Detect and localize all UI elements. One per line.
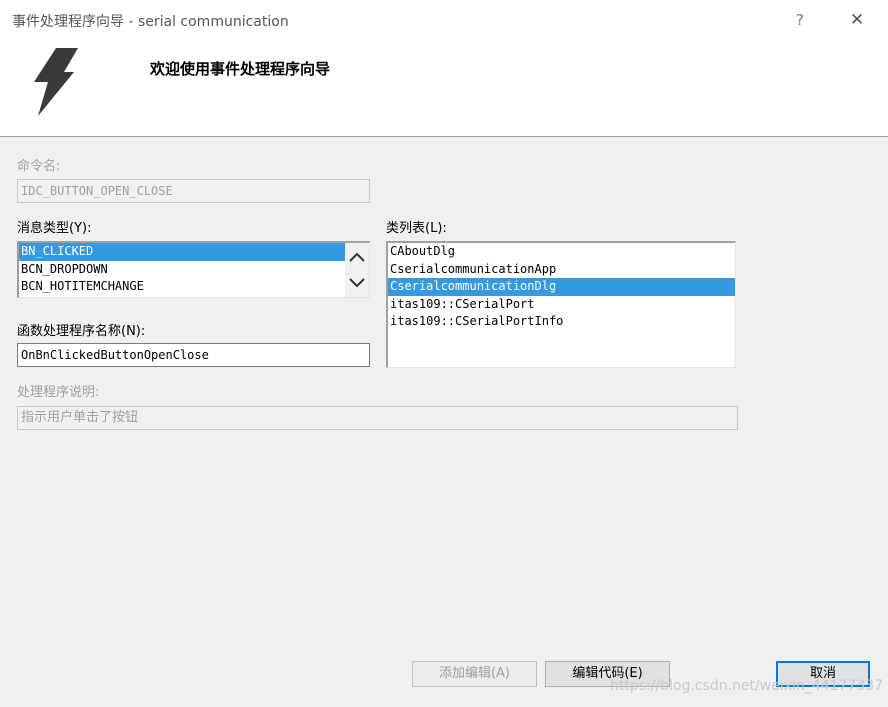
class-list-item[interactable]: CAboutDlg — [388, 243, 735, 261]
class-list[interactable]: CAboutDlg CserialcommunicationApp Cseria… — [386, 241, 736, 368]
class-list-item[interactable]: itas109::CSerialPort — [388, 296, 735, 314]
class-list-item[interactable]: itas109::CSerialPortInfo — [388, 313, 735, 331]
handler-name-input[interactable]: OnBnClickedButtonOpenClose — [17, 343, 370, 367]
title-bar: 事件处理程序向导 - serial communication ? ✕ — [0, 0, 888, 40]
handler-desc-field: 指示用户单击了按钮 — [17, 406, 738, 430]
class-list-item[interactable]: CserialcommunicationDlg — [388, 278, 735, 296]
window-title: 事件处理程序向导 - serial communication — [12, 14, 289, 30]
close-button[interactable]: ✕ — [844, 8, 870, 32]
scroll-down-icon[interactable] — [345, 273, 369, 293]
add-edit-button: 添加编辑(A) — [412, 661, 537, 687]
class-list-item[interactable]: CserialcommunicationApp — [388, 261, 735, 279]
wizard-title: 欢迎使用事件处理程序向导 — [150, 60, 331, 78]
message-type-item[interactable]: BN_CLICKED — [19, 243, 345, 261]
wizard-header: 欢迎使用事件处理程序向导 — [0, 40, 888, 137]
watermark-text: https://blog.csdn.net/weixin_44177337 — [610, 678, 884, 694]
message-type-label: 消息类型(Y): — [17, 221, 92, 236]
message-type-scrollbar[interactable] — [345, 243, 369, 297]
message-type-item[interactable]: BCN_HOTITEMCHANGE — [19, 278, 345, 296]
command-name-field: IDC_BUTTON_OPEN_CLOSE — [17, 179, 370, 203]
help-button[interactable]: ? — [790, 8, 810, 32]
scroll-up-icon[interactable] — [345, 247, 369, 267]
message-type-list[interactable]: BN_CLICKED BCN_DROPDOWN BCN_HOTITEMCHANG… — [17, 241, 370, 298]
lightning-icon — [34, 48, 78, 116]
handler-desc-label: 处理程序说明: — [17, 385, 100, 400]
class-list-label: 类列表(L): — [386, 221, 447, 236]
handler-name-label: 函数处理程序名称(N): — [17, 324, 146, 339]
command-name-label: 命令名: — [17, 159, 61, 174]
message-type-item[interactable]: BCN_DROPDOWN — [19, 261, 345, 279]
